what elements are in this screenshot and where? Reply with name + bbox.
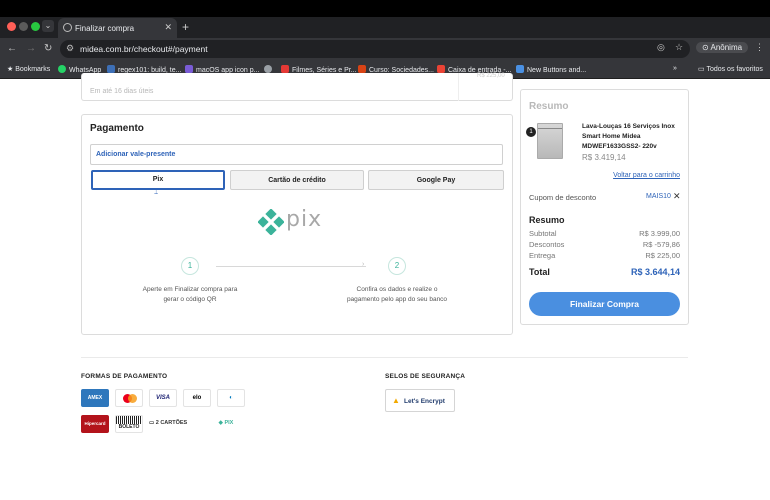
eye-slash-icon[interactable]: ◎ bbox=[657, 42, 665, 53]
browser-tab[interactable]: Finalizar compra ✕ bbox=[58, 18, 177, 38]
product-image bbox=[537, 123, 563, 159]
step-2-circle: 2 bbox=[388, 257, 406, 275]
subtotal-row: Subtotal R$ 3.999,00 bbox=[529, 229, 680, 238]
coupon-label: Cupom de desconto bbox=[529, 193, 597, 202]
pix-logo: pix bbox=[257, 207, 338, 236]
cursor-icon: ⌶ bbox=[154, 189, 159, 196]
new-tab-plus-icon[interactable]: + bbox=[182, 20, 189, 34]
profile-label: Anônima bbox=[710, 43, 743, 52]
two-cards-icon: ▭ 2 CARTÕES bbox=[149, 415, 201, 433]
film-icon bbox=[281, 65, 289, 73]
incognito-profile-button[interactable]: ⊙ Anônima bbox=[696, 42, 749, 53]
bookmark-item[interactable]: ★ Bookmarks bbox=[7, 65, 50, 73]
pix-payment-icon: ◆ PIX bbox=[211, 415, 241, 433]
more-bookmarks-chevron-icon[interactable]: » bbox=[673, 65, 677, 72]
lets-encrypt-label: Let's Encrypt bbox=[404, 398, 445, 405]
tab-pix[interactable]: Pix bbox=[91, 170, 225, 190]
app-icon bbox=[185, 65, 193, 73]
step-1-text: Aperte em Finalizar compra para gerar o … bbox=[142, 286, 238, 303]
visa-icon: VISA bbox=[149, 389, 177, 407]
reload-icon[interactable]: ↻ bbox=[44, 43, 52, 54]
amex-icon: AMEX bbox=[81, 389, 109, 407]
forward-arrow-icon[interactable]: → bbox=[26, 43, 36, 54]
shipping-card: Em até 16 dias úteis R$ 225,00 bbox=[81, 73, 513, 101]
arrow-right-icon: › bbox=[362, 261, 365, 268]
bookmark-item[interactable]: New Buttons and... bbox=[516, 65, 586, 74]
diners-icon: ◐ bbox=[217, 389, 245, 407]
all-bookmarks[interactable]: ▭ Todos os favoritos bbox=[698, 65, 763, 73]
shipping-estimate: Em até 16 dias úteis bbox=[90, 88, 154, 95]
shipping-price: R$ 225,00 bbox=[477, 73, 505, 79]
payment-methods-title: FORMAS DE PAGAMENTO bbox=[81, 373, 168, 380]
course-icon bbox=[358, 65, 366, 73]
minimize-window-button[interactable] bbox=[19, 22, 28, 31]
close-tab-icon[interactable]: ✕ bbox=[164, 22, 172, 33]
window-top-bar bbox=[0, 0, 770, 17]
tab-search-chevron-icon[interactable]: ⌄ bbox=[42, 20, 54, 32]
zoom-window-button[interactable] bbox=[31, 22, 40, 31]
back-arrow-icon[interactable]: ← bbox=[7, 43, 17, 54]
payment-title: Pagamento bbox=[90, 123, 144, 134]
product-qty-badge: 1 bbox=[526, 127, 536, 137]
hipercard-icon: Hipercard bbox=[81, 415, 109, 433]
finish-purchase-button[interactable]: Finalizar Compra bbox=[529, 292, 680, 316]
delivery-row: Entrega R$ 225,00 bbox=[529, 251, 680, 260]
lets-encrypt-badge: ▲ Let's Encrypt bbox=[385, 389, 455, 412]
regex-icon bbox=[107, 65, 115, 73]
omnibox[interactable]: ⚙ midea.com.br/checkout#/payment bbox=[60, 40, 690, 58]
gmail-icon bbox=[437, 65, 445, 73]
step-connector-line bbox=[216, 266, 366, 267]
remove-coupon-close-icon[interactable]: ✕ bbox=[673, 191, 681, 202]
product-name: Lava-Louças 16 Serviços Inox Smart Home … bbox=[582, 123, 675, 150]
summary-card: Resumo 1 Lava-Louças 16 Serviços Inox Sm… bbox=[520, 89, 689, 325]
security-seals-title: SELOS DE SEGURANÇA bbox=[385, 373, 466, 380]
mastercard-icon bbox=[115, 389, 143, 407]
site-settings-icon[interactable]: ⚙ bbox=[66, 43, 74, 54]
globe-icon bbox=[264, 65, 272, 73]
lock-icon: ▲ bbox=[392, 396, 400, 405]
globe-icon bbox=[63, 23, 72, 32]
coupon-code: MAIS10 bbox=[646, 193, 671, 200]
tab-strip: ⌄ Finalizar compra ✕ + bbox=[0, 17, 770, 38]
url-text[interactable]: midea.com.br/checkout#/payment bbox=[80, 44, 208, 54]
cards-icon: ▭ bbox=[149, 420, 156, 426]
product-price: R$ 3.419,14 bbox=[582, 153, 626, 162]
elo-icon: elo bbox=[183, 389, 211, 407]
tab-credit-card[interactable]: Cartão de crédito bbox=[230, 170, 364, 190]
discount-row: Descontos R$ -579,86 bbox=[529, 240, 680, 249]
back-to-cart-link[interactable]: Voltar para o carrinho bbox=[613, 172, 680, 179]
tab-google-pay[interactable]: Google Pay bbox=[368, 170, 504, 190]
shipping-divider bbox=[458, 73, 459, 101]
summary-title: Resumo bbox=[529, 101, 569, 112]
menu-kebab-icon[interactable]: ⋮ bbox=[755, 42, 764, 53]
footer-divider bbox=[81, 357, 688, 358]
star-icon: ★ bbox=[7, 66, 16, 73]
total-label: Total bbox=[529, 267, 550, 277]
payment-card: Pagamento Adicionar vale-presente Pix Ca… bbox=[81, 114, 513, 335]
bookmark-star-icon[interactable]: ☆ bbox=[675, 42, 683, 53]
tab-title: Finalizar compra bbox=[75, 24, 135, 33]
total-value: R$ 3.644,14 bbox=[630, 267, 680, 277]
address-toolbar: ← → ↻ ⚙ midea.com.br/checkout#/payment ◎… bbox=[0, 38, 770, 60]
pix-diamond-icon bbox=[257, 208, 285, 236]
step-2-text: Confira os dados e realize o pagamento p… bbox=[346, 286, 448, 303]
add-voucher-button[interactable]: Adicionar vale-presente bbox=[90, 144, 503, 165]
boleto-icon: BOLETO bbox=[115, 415, 143, 433]
checkout-page: Em até 16 dias úteis R$ 225,00 Pagamento… bbox=[0, 73, 770, 500]
step-1-circle: 1 bbox=[181, 257, 199, 275]
totals-title: Resumo bbox=[529, 215, 565, 225]
buttons-icon bbox=[516, 65, 524, 73]
pix-logo-text: pix bbox=[286, 207, 323, 232]
close-window-button[interactable] bbox=[7, 22, 16, 31]
whatsapp-icon bbox=[58, 65, 66, 73]
